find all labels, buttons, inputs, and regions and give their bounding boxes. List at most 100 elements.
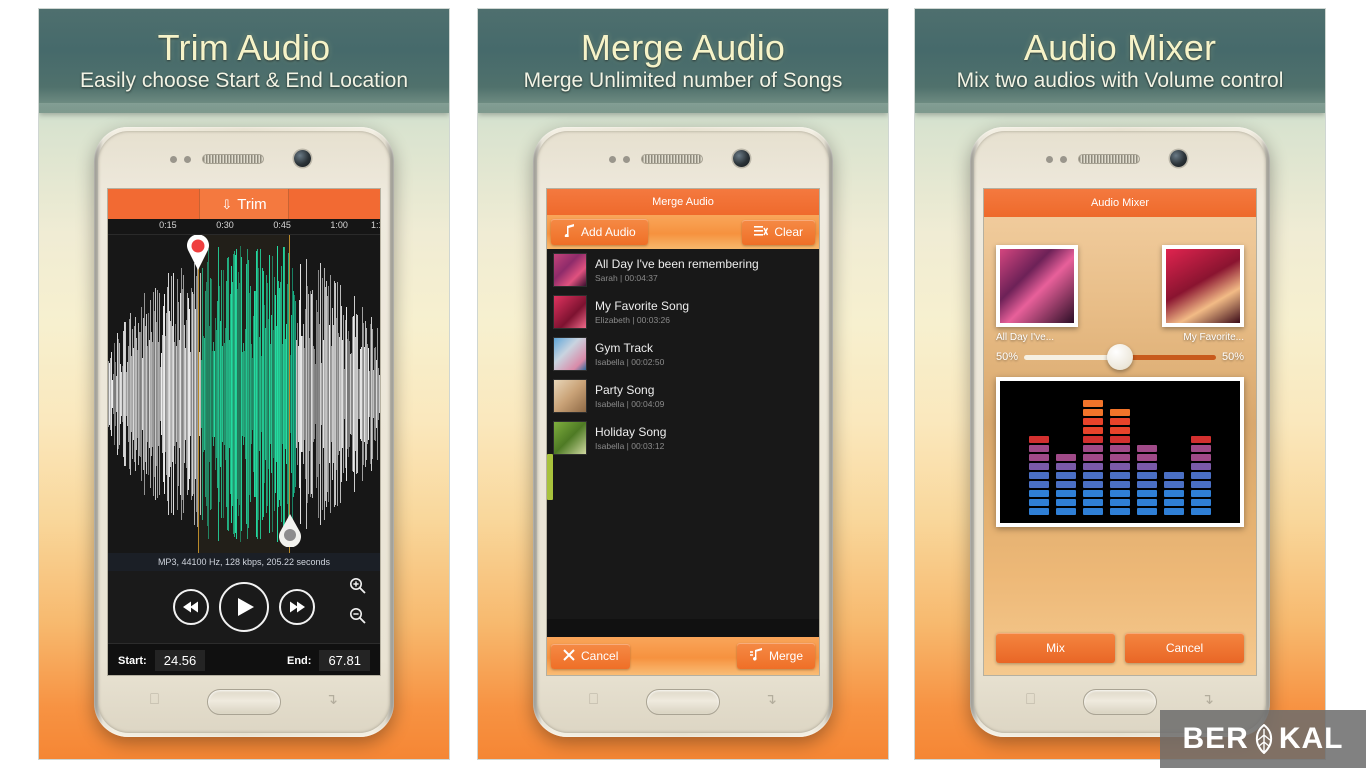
app-screen-trim: ⇩ Trim 0:15 0:30 0:45 1:00 1:1 xyxy=(108,189,380,675)
equalizer-cell xyxy=(1083,508,1103,515)
panel-banner: Audio Mixer Mix two audios with Volume c… xyxy=(915,9,1325,113)
clear-label: Clear xyxy=(774,225,803,239)
proximity-sensor-icon xyxy=(1046,156,1053,163)
end-value[interactable]: 67.81 xyxy=(319,650,370,671)
equalizer-cell xyxy=(1029,454,1049,461)
song-list[interactable]: All Day I've been remembering Sarah | 00:… xyxy=(547,249,819,619)
recents-key-icon[interactable]: ⎕ xyxy=(589,691,598,708)
equalizer-cell xyxy=(1137,490,1157,497)
phone-mockup: ⇩ Trim 0:15 0:30 0:45 1:00 1:1 xyxy=(94,127,394,737)
equalizer-cell xyxy=(1164,508,1184,515)
slider-track[interactable] xyxy=(1024,344,1216,370)
equalizer-cell xyxy=(1137,463,1157,470)
back-key-icon[interactable]: ↴ xyxy=(1201,690,1214,708)
right-track-artwork[interactable] xyxy=(1162,245,1244,327)
phone-mockup: Merge Audio Add Audio Clear All Day I've… xyxy=(533,127,833,737)
panel-banner: Merge Audio Merge Unlimited number of So… xyxy=(478,9,888,113)
banner-subtitle: Mix two audios with Volume control xyxy=(956,68,1284,92)
recents-key-icon[interactable]: ⎕ xyxy=(1026,691,1035,708)
phone-top-bezel xyxy=(98,131,390,189)
equalizer-cell xyxy=(1083,463,1103,470)
cancel-button[interactable]: Cancel xyxy=(551,643,631,669)
equalizer-cell xyxy=(1110,445,1130,452)
song-list-item[interactable]: Gym Track Isabella | 00:02:50 xyxy=(547,333,819,375)
watermark-text-after: KAL xyxy=(1278,722,1344,755)
equalizer-cell xyxy=(1029,436,1049,443)
end-marker-handle[interactable] xyxy=(277,513,303,548)
home-button[interactable] xyxy=(646,689,720,715)
equalizer-cell xyxy=(1029,481,1049,488)
equalizer-cell xyxy=(1029,490,1049,497)
song-thumbnail xyxy=(553,421,587,455)
mixer-title: Audio Mixer xyxy=(984,189,1256,217)
equalizer-column xyxy=(1191,436,1211,515)
merge-action-bar: Add Audio Clear xyxy=(547,215,819,249)
equalizer-cell xyxy=(1056,490,1076,497)
equalizer-column xyxy=(1029,436,1049,515)
equalizer-cell xyxy=(1191,454,1211,461)
equalizer-cell xyxy=(1029,445,1049,452)
equalizer-cell xyxy=(1191,463,1211,470)
playback-controls xyxy=(108,571,380,643)
song-list-item[interactable]: All Day I've been remembering Sarah | 00:… xyxy=(547,249,819,291)
start-value[interactable]: 24.56 xyxy=(154,650,206,671)
clear-button[interactable]: Clear xyxy=(742,219,815,245)
back-key-icon[interactable]: ↴ xyxy=(764,690,777,708)
waveform-area[interactable] xyxy=(108,235,380,553)
forward-button[interactable] xyxy=(279,589,315,625)
song-list-item[interactable]: Holiday Song Isabella | 00:03:12 xyxy=(547,417,819,459)
zoom-out-icon[interactable] xyxy=(349,607,366,627)
equalizer-cell xyxy=(1110,454,1130,461)
front-camera-icon xyxy=(294,150,311,167)
merge-button[interactable]: Merge xyxy=(736,643,815,669)
left-volume-percent: 50% xyxy=(996,351,1019,363)
equalizer-column xyxy=(1110,409,1130,515)
phone-mockup: Audio Mixer All Day I've... My Favorite.… xyxy=(970,127,1270,737)
scrollbar-indicator[interactable] xyxy=(547,454,553,500)
equalizer-cell xyxy=(1083,409,1103,416)
ruler-tick-label: 0:15 xyxy=(159,220,177,230)
equalizer-cell xyxy=(1191,508,1211,515)
earpiece-speaker-icon xyxy=(1078,154,1140,164)
merge-notes-icon xyxy=(749,648,763,664)
banner-title: Merge Audio xyxy=(580,27,786,69)
ruler-tick-label: 1:00 xyxy=(330,220,348,230)
cancel-label: Cancel xyxy=(581,649,619,663)
rewind-button[interactable] xyxy=(173,589,209,625)
zoom-in-icon[interactable] xyxy=(349,577,366,597)
timeline-ruler[interactable]: 0:15 0:30 0:45 1:00 1:1 xyxy=(108,219,380,235)
start-marker-handle[interactable] xyxy=(184,235,212,271)
start-label: Start: xyxy=(118,654,147,667)
home-button[interactable] xyxy=(1083,689,1157,715)
equalizer-cell xyxy=(1191,436,1211,443)
left-track-artwork[interactable] xyxy=(996,245,1078,327)
equalizer-cell xyxy=(1110,481,1130,488)
banner-subtitle: Easily choose Start & End Location xyxy=(79,68,409,92)
selection-region[interactable] xyxy=(197,235,291,553)
light-sensor-icon xyxy=(184,156,191,163)
recents-key-icon[interactable]: ⎕ xyxy=(150,691,159,708)
song-list-item[interactable]: My Favorite Song Elizabeth | 00:03:26 xyxy=(547,291,819,333)
equalizer-cell xyxy=(1083,418,1103,425)
light-sensor-icon xyxy=(623,156,630,163)
mixer-cancel-button[interactable]: Cancel xyxy=(1125,633,1244,663)
equalizer-cell xyxy=(1137,481,1157,488)
song-meta: Isabella | 00:04:09 xyxy=(595,399,665,410)
equalizer-cell xyxy=(1056,499,1076,506)
equalizer-cell xyxy=(1110,463,1130,470)
back-key-icon[interactable]: ↴ xyxy=(325,690,338,708)
mix-button[interactable]: Mix xyxy=(996,633,1115,663)
trim-toolbar-left xyxy=(108,189,199,219)
add-audio-button[interactable]: Add Audio xyxy=(551,219,648,245)
song-list-item[interactable]: Party Song Isabella | 00:04:09 xyxy=(547,375,819,417)
trim-button[interactable]: ⇩ Trim xyxy=(198,189,290,219)
equalizer-cell xyxy=(1029,499,1049,506)
phone-bottom-bezel: ⎕ ↴ xyxy=(98,675,390,733)
home-button[interactable] xyxy=(207,689,281,715)
play-button[interactable] xyxy=(219,582,269,632)
slider-knob[interactable] xyxy=(1107,344,1133,370)
screenshot-root: Trim Audio Easily choose Start & End Loc… xyxy=(0,0,1366,768)
track-artwork-row xyxy=(996,245,1244,327)
volume-balance-slider[interactable]: 50% 50% xyxy=(996,344,1244,370)
equalizer-cell xyxy=(1083,427,1103,434)
